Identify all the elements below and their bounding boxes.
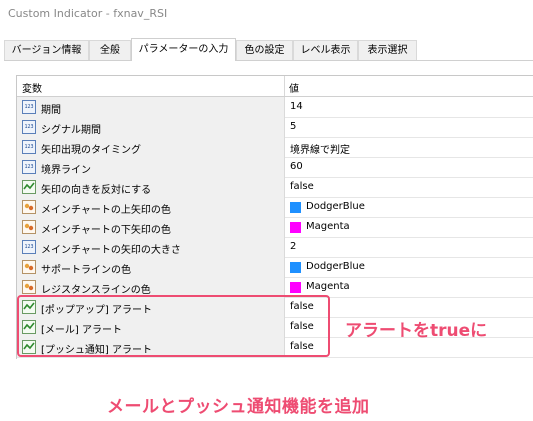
number-icon: 123	[22, 240, 36, 254]
alerts-highlight-box	[17, 295, 330, 357]
tab-label: 色の設定	[244, 45, 285, 56]
parameter-value[interactable]: Magenta	[306, 221, 350, 232]
parameter-name-cell: 123 メインチャートの矢印の大きさ	[17, 237, 285, 257]
tab-label: 表示選択	[367, 45, 408, 56]
title-bar: Custom Indicator - fxnav_RSI	[0, 0, 533, 30]
tab-label: バージョン情報	[11, 45, 82, 56]
color-icon	[22, 260, 36, 274]
column-header-variable[interactable]: 変数	[22, 80, 42, 95]
color-icon	[22, 280, 36, 294]
color-swatch[interactable]	[290, 262, 301, 273]
tab-colors[interactable]: 色の設定	[236, 40, 293, 60]
parameter-value[interactable]: 14	[290, 101, 303, 112]
color-swatch[interactable]	[290, 222, 301, 233]
number-icon: 123	[22, 100, 36, 114]
parameter-name-cell: メインチャートの上矢印の色	[17, 197, 285, 217]
tab-label: 全般	[100, 45, 120, 56]
parameter-name: メインチャートの矢印の大きさ	[41, 245, 181, 256]
tab-label: レベル表示	[300, 45, 351, 56]
color-swatch[interactable]	[290, 202, 301, 213]
parameter-name-cell: メインチャートの下矢印の色	[17, 217, 285, 237]
number-icon: 123	[22, 160, 36, 174]
parameter-name: 矢印の向きを反対にする	[41, 185, 152, 196]
parameter-value[interactable]: 60	[290, 161, 303, 172]
parameter-name-cell: 123 期間	[17, 97, 285, 117]
parameter-value[interactable]: 2	[290, 241, 296, 252]
parameter-value[interactable]: DodgerBlue	[306, 261, 365, 272]
tab-bar: バージョン情報 全般 パラメーターの入力 色の設定 レベル表示 表示選択	[4, 38, 533, 61]
parameter-name: 境界ライン	[41, 165, 91, 176]
tab-levels[interactable]: レベル表示	[293, 40, 358, 60]
parameter-name: レジスタンスラインの色	[41, 285, 151, 296]
parameter-name-cell: 123 矢印出現のタイミング	[17, 137, 285, 157]
parameter-name-cell: レジスタンスラインの色	[17, 277, 285, 297]
window-title: Custom Indicator - fxnav_RSI	[8, 7, 168, 20]
parameter-value[interactable]: DodgerBlue	[306, 201, 365, 212]
parameter-value[interactable]: 5	[290, 121, 296, 132]
tab-general[interactable]: 全般	[89, 40, 131, 60]
parameter-value[interactable]: Magenta	[306, 281, 350, 292]
parameter-name-cell: サポートラインの色	[17, 257, 285, 277]
color-icon	[22, 220, 36, 234]
table-row[interactable]: 123 期間 14	[17, 97, 533, 118]
tab-visualization[interactable]: 表示選択	[358, 40, 417, 60]
table-row[interactable]: 123 シグナル期間 5	[17, 117, 533, 138]
tab-label: パラメーターの入力	[138, 44, 229, 55]
parameter-name: 矢印出現のタイミング	[41, 145, 141, 156]
table-row[interactable]: 123 境界ライン 60	[17, 157, 533, 178]
table-row[interactable]: メインチャートの上矢印の色 DodgerBlue	[17, 197, 533, 218]
tab-version-info[interactable]: バージョン情報	[4, 40, 89, 60]
table-row[interactable]: 123 メインチャートの矢印の大きさ 2	[17, 237, 533, 258]
feature-annotation: メールとプッシュ通知機能を追加	[107, 397, 370, 417]
column-header-value[interactable]: 値	[289, 80, 299, 95]
parameter-name: サポートラインの色	[41, 265, 131, 276]
color-swatch[interactable]	[290, 282, 301, 293]
parameter-name-cell: 123 シグナル期間	[17, 117, 285, 137]
table-row[interactable]: メインチャートの下矢印の色 Magenta	[17, 217, 533, 238]
boolean-icon	[22, 180, 36, 194]
table-row[interactable]: サポートラインの色 DodgerBlue	[17, 257, 533, 278]
number-icon: 123	[22, 120, 36, 134]
table-row[interactable]: 123 矢印出現のタイミング 境界線で判定	[17, 137, 533, 158]
table-row[interactable]: 矢印の向きを反対にする false	[17, 177, 533, 198]
tab-input-parameters[interactable]: パラメーターの入力	[131, 38, 236, 61]
parameter-name: メインチャートの上矢印の色	[41, 205, 171, 216]
parameter-name: メインチャートの下矢印の色	[41, 225, 171, 236]
parameter-name-cell: 123 境界ライン	[17, 157, 285, 177]
column-divider[interactable]	[284, 76, 285, 96]
parameter-value[interactable]: false	[290, 181, 314, 192]
parameter-name-cell: 矢印の向きを反対にする	[17, 177, 285, 197]
parameter-value[interactable]: 境界線で判定	[290, 141, 350, 156]
parameter-name: シグナル期間	[41, 125, 101, 136]
parameter-name: 期間	[41, 105, 61, 116]
table-header: 変数 値	[17, 76, 533, 97]
color-icon	[22, 200, 36, 214]
alert-annotation: アラートをtrueに	[345, 321, 488, 341]
number-icon: 123	[22, 140, 36, 154]
